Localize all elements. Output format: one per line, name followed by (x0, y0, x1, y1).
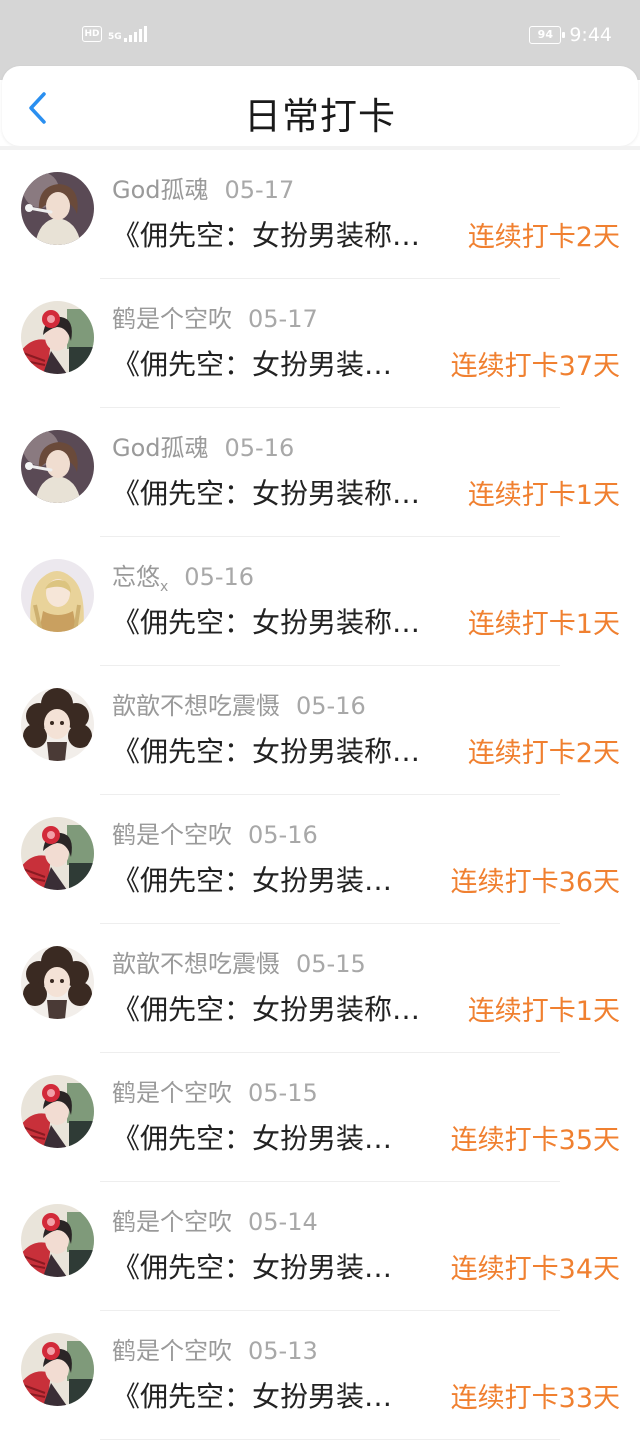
post-date: 05-17 (248, 305, 318, 333)
post-title[interactable]: 《佣先空：女扮男装… (112, 1117, 443, 1157)
status-time: 9:44 (569, 24, 612, 46)
username[interactable]: 鹤是个空吹 (112, 821, 232, 849)
post-title[interactable]: 《佣先空：女扮男装称… (112, 214, 460, 254)
username[interactable]: God孤魂 (112, 434, 209, 462)
item-content: 《佣先空：女扮男装… 连续打卡33天 (112, 1375, 620, 1415)
username-suffix: x (160, 578, 169, 595)
streak-label: 连续打卡2天 (467, 221, 620, 253)
avatar[interactable] (21, 559, 94, 632)
checkin-item[interactable]: 鹤是个空吹 05-13 《佣先空：女扮男装… 连续打卡33天 (0, 1311, 640, 1440)
network-indicator: 5G (108, 26, 147, 42)
post-date: 05-17 (224, 176, 295, 204)
avatar[interactable] (21, 946, 94, 1019)
checkin-item[interactable]: 鹤是个空吹 05-16 《佣先空：女扮男装… 连续打卡36天 (0, 795, 640, 924)
username[interactable]: 歆歆不想吃震慑 (112, 950, 280, 978)
avatar[interactable] (21, 172, 94, 245)
post-date: 05-16 (224, 434, 295, 462)
username[interactable]: 鹤是个空吹 (112, 1337, 232, 1365)
username[interactable]: 忘悠 (112, 563, 160, 591)
streak-label: 连续打卡34天 (450, 1253, 620, 1285)
avatar[interactable] (21, 430, 94, 503)
post-title[interactable]: 《佣先空：女扮男装… (112, 859, 443, 899)
item-meta: 歆歆不想吃震慑 05-16 (112, 686, 366, 724)
avatar[interactable] (21, 1075, 94, 1148)
checkin-item[interactable]: 忘悠x 05-16 《佣先空：女扮男装称… 连续打卡1天 (0, 537, 640, 666)
checkin-item[interactable]: 鹤是个空吹 05-17 《佣先空：女扮男装… 连续打卡37天 (0, 279, 640, 408)
item-meta: 忘悠x 05-16 (112, 557, 254, 595)
streak-label: 连续打卡1天 (467, 608, 620, 640)
streak-label: 连续打卡37天 (450, 350, 620, 382)
post-date: 05-16 (184, 563, 255, 591)
checkin-item[interactable]: 鹤是个空吹 05-15 《佣先空：女扮男装… 连续打卡35天 (0, 1053, 640, 1182)
status-left: HD 5G (82, 26, 147, 42)
streak-label: 连续打卡1天 (467, 995, 620, 1027)
page-title: 日常打卡 (244, 95, 396, 138)
item-content: 《佣先空：女扮男装… 连续打卡36天 (112, 859, 620, 899)
item-meta: 鹤是个空吹 05-14 (112, 1202, 318, 1240)
checkin-list: God孤魂 05-17 《佣先空：女扮男装称… 连续打卡2天 鹤是个空吹 05-17… (0, 150, 640, 1440)
item-content: 《佣先空：女扮男装… 连续打卡37天 (112, 343, 620, 383)
post-date: 05-13 (248, 1337, 318, 1365)
streak-label: 连续打卡36天 (450, 866, 620, 898)
item-meta: 鹤是个空吹 05-15 (112, 1073, 318, 1111)
post-title[interactable]: 《佣先空：女扮男装… (112, 1246, 443, 1286)
username[interactable]: 歆歆不想吃震慑 (112, 692, 280, 720)
item-meta: God孤魂 05-17 (112, 170, 294, 208)
item-meta: 鹤是个空吹 05-17 (112, 299, 318, 337)
item-content: 《佣先空：女扮男装… 连续打卡34天 (112, 1246, 620, 1286)
checkin-item[interactable]: God孤魂 05-16 《佣先空：女扮男装称… 连续打卡1天 (0, 408, 640, 537)
post-title[interactable]: 《佣先空：女扮男装称… (112, 988, 460, 1028)
post-title[interactable]: 《佣先空：女扮男装称… (112, 472, 460, 512)
streak-label: 连续打卡35天 (450, 1124, 620, 1156)
item-content: 《佣先空：女扮男装称… 连续打卡1天 (112, 472, 620, 512)
avatar[interactable] (21, 1333, 94, 1406)
post-date: 05-15 (296, 950, 366, 978)
post-date: 05-16 (248, 821, 318, 849)
checkin-item[interactable]: 鹤是个空吹 05-14 《佣先空：女扮男装… 连续打卡34天 (0, 1182, 640, 1311)
item-meta: God孤魂 05-16 (112, 428, 294, 466)
item-content: 《佣先空：女扮男装称… 连续打卡2天 (112, 214, 620, 254)
username[interactable]: God孤魂 (112, 176, 209, 204)
streak-label: 连续打卡33天 (450, 1382, 620, 1414)
avatar[interactable] (21, 301, 94, 374)
streak-label: 连续打卡1天 (467, 479, 620, 511)
username[interactable]: 鹤是个空吹 (112, 305, 232, 333)
post-title[interactable]: 《佣先空：女扮男装称… (112, 601, 460, 641)
item-meta: 鹤是个空吹 05-13 (112, 1331, 318, 1369)
avatar[interactable] (21, 1204, 94, 1277)
post-title[interactable]: 《佣先空：女扮男装称… (112, 730, 460, 770)
post-date: 05-14 (248, 1208, 318, 1236)
item-content: 《佣先空：女扮男装称… 连续打卡1天 (112, 988, 620, 1028)
avatar[interactable] (21, 688, 94, 761)
item-content: 《佣先空：女扮男装称… 连续打卡1天 (112, 601, 620, 641)
post-date: 05-15 (248, 1079, 318, 1107)
avatar[interactable] (21, 817, 94, 890)
post-title[interactable]: 《佣先空：女扮男装… (112, 1375, 443, 1415)
network-type: 5G (108, 32, 122, 42)
item-content: 《佣先空：女扮男装称… 连续打卡2天 (112, 730, 620, 770)
hd-badge: HD (82, 26, 102, 42)
streak-label: 连续打卡2天 (467, 737, 620, 769)
checkin-item[interactable]: 歆歆不想吃震慑 05-16 《佣先空：女扮男装称… 连续打卡2天 (0, 666, 640, 795)
item-meta: 鹤是个空吹 05-16 (112, 815, 318, 853)
username[interactable]: 鹤是个空吹 (112, 1208, 232, 1236)
post-date: 05-16 (296, 692, 366, 720)
username[interactable]: 鹤是个空吹 (112, 1079, 232, 1107)
battery-icon: 94 (529, 26, 566, 44)
post-title[interactable]: 《佣先空：女扮男装… (112, 343, 443, 383)
checkin-item[interactable]: 歆歆不想吃震慑 05-15 《佣先空：女扮男装称… 连续打卡1天 (0, 924, 640, 1053)
item-meta: 歆歆不想吃震慑 05-15 (112, 944, 366, 982)
status-right: 94 9:44 (529, 24, 612, 46)
item-content: 《佣先空：女扮男装… 连续打卡35天 (112, 1117, 620, 1157)
signal-icon (123, 26, 147, 42)
checkin-item[interactable]: God孤魂 05-17 《佣先空：女扮男装称… 连续打卡2天 (0, 150, 640, 279)
nav-header: 日常打卡 (2, 66, 638, 146)
